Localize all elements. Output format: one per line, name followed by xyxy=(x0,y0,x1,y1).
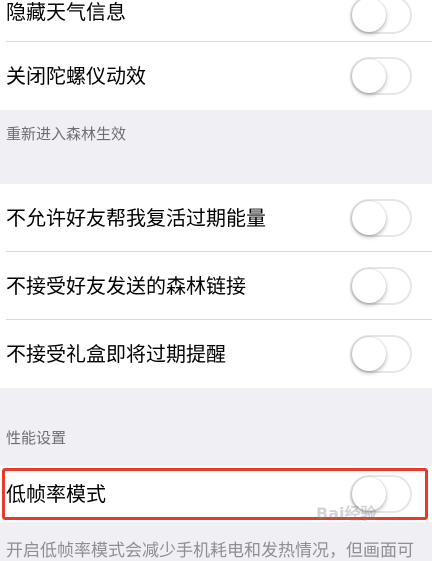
setting-row-forest-link[interactable]: 不接受好友发送的森林链接 xyxy=(0,252,432,320)
baidu-watermark: Bai经验 xyxy=(316,500,426,530)
setting-label: 不接受好友发送的森林链接 xyxy=(6,274,246,298)
toggle-knob xyxy=(352,201,386,235)
watermark-text: Bai经验 xyxy=(316,504,377,523)
gift-expire-toggle[interactable] xyxy=(350,335,412,373)
setting-label: 关闭陀螺仪动效 xyxy=(6,64,146,88)
setting-row-gift-expire[interactable]: 不接受礼盒即将过期提醒 xyxy=(0,320,432,388)
performance-footer-text: 开启低帧率模式会减少手机耗电和发热情况，但画面可 xyxy=(6,541,414,561)
setting-row-gyroscope[interactable]: 关闭陀螺仪动效 xyxy=(0,42,432,110)
hide-weather-toggle[interactable] xyxy=(350,0,412,34)
toggle-knob xyxy=(352,0,386,32)
toggle-knob xyxy=(352,269,386,303)
setting-label: 不接受礼盒即将过期提醒 xyxy=(6,342,226,366)
section-header-forest: 重新进入森林生效 xyxy=(6,125,127,143)
forest-link-toggle[interactable] xyxy=(350,267,412,305)
setting-row-revive-energy[interactable]: 不允许好友帮我复活过期能量 xyxy=(0,184,432,252)
setting-label: 不允许好友帮我复活过期能量 xyxy=(6,206,266,230)
setting-row-hide-weather[interactable]: 隐藏天气信息 xyxy=(0,0,432,42)
gyroscope-toggle[interactable] xyxy=(350,57,412,95)
setting-label: 隐藏天气信息 xyxy=(6,0,126,24)
revive-energy-toggle[interactable] xyxy=(350,199,412,237)
toggle-knob xyxy=(352,337,386,371)
section-header-performance: 性能设置 xyxy=(6,429,67,447)
toggle-knob xyxy=(352,59,386,93)
